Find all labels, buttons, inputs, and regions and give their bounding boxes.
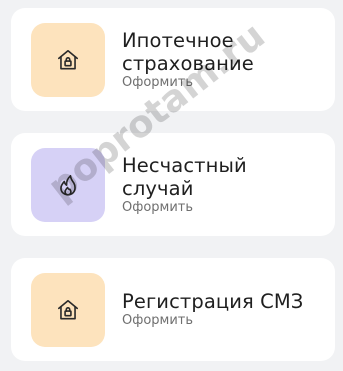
accident-insurance-card[interactable]: Несчастный случай Оформить	[11, 133, 335, 236]
card-title-line2: случай	[122, 176, 194, 200]
card-action-label: Оформить	[122, 74, 194, 90]
card-action-label: Оформить	[122, 199, 194, 215]
house-lock-icon	[57, 49, 79, 70]
card-text: Ипотечное страхование Оформить	[122, 8, 325, 111]
card-title-line2: страхование	[122, 51, 254, 75]
card-text: Регистрация СМЗ Оформить	[122, 258, 325, 361]
icon-container	[31, 273, 105, 347]
card-action-label: Оформить	[122, 313, 194, 328]
card-title-line1: Ипотечное	[122, 28, 234, 52]
flame-icon	[60, 174, 76, 196]
card-title: Регистрация СМЗ	[122, 290, 304, 313]
mortgage-insurance-card[interactable]: Ипотечное страхование Оформить	[11, 8, 335, 111]
house-lock-icon	[57, 299, 79, 320]
icon-container	[31, 148, 105, 222]
smz-registration-card[interactable]: Регистрация СМЗ Оформить	[11, 258, 335, 361]
card-title: Ипотечное страхование	[122, 29, 325, 75]
card-text: Несчастный случай Оформить	[122, 133, 325, 236]
card-title-line1: Несчастный	[122, 153, 247, 177]
card-title: Несчастный случай	[122, 154, 325, 200]
icon-container	[31, 23, 105, 97]
